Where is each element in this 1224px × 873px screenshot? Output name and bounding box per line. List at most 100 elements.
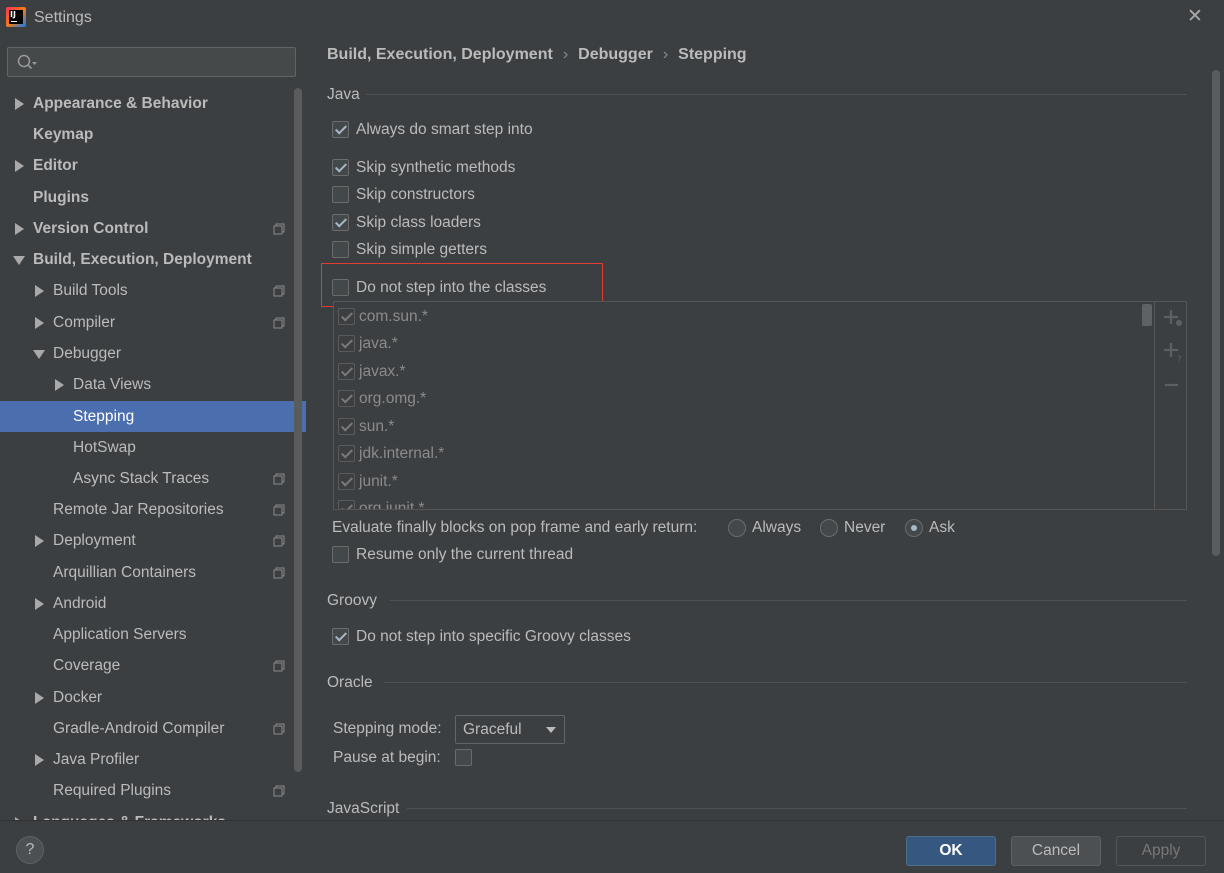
sidebar-item-arquillian-containers[interactable]: Arquillian Containers bbox=[0, 557, 306, 588]
sidebar-item-keymap[interactable]: Keymap bbox=[0, 119, 306, 150]
sidebar-item-required-plugins[interactable]: Required Plugins bbox=[0, 775, 306, 806]
close-icon[interactable]: ✕ bbox=[1185, 7, 1205, 27]
checkbox[interactable] bbox=[338, 445, 355, 462]
radio-button[interactable] bbox=[728, 519, 746, 537]
sidebar-item-data-views[interactable]: Data Views bbox=[0, 369, 306, 400]
checkbox[interactable] bbox=[338, 390, 355, 407]
sidebar-item-async-stack-traces[interactable]: Async Stack Traces bbox=[0, 463, 306, 494]
sidebar-item-compiler[interactable]: Compiler bbox=[0, 307, 306, 338]
cancel-button[interactable]: Cancel bbox=[1011, 836, 1101, 866]
sidebar-item-remote-jar-repositories[interactable]: Remote Jar Repositories bbox=[0, 494, 306, 525]
remove-icon[interactable] bbox=[1163, 374, 1185, 396]
sidebar-item-gradle-android-compiler[interactable]: Gradle-Android Compiler bbox=[0, 713, 306, 744]
checkbox-label: Resume only the current thread bbox=[356, 546, 574, 563]
checkbox[interactable] bbox=[338, 363, 355, 380]
help-button[interactable]: ? bbox=[16, 836, 44, 864]
classes-scrollbar[interactable] bbox=[1142, 304, 1152, 326]
project-settings-icon bbox=[273, 473, 285, 485]
class-filter-pattern: sun.* bbox=[359, 418, 395, 435]
breadcrumb-separator: › bbox=[562, 46, 569, 63]
separator bbox=[366, 94, 1187, 95]
sidebar-item-build-tools[interactable]: Build Tools bbox=[0, 275, 306, 306]
apply-button[interactable]: Apply bbox=[1116, 836, 1206, 866]
expand-arrow-icon bbox=[15, 98, 24, 110]
expand-arrow-icon bbox=[35, 598, 44, 610]
sidebar-item-debugger[interactable]: Debugger bbox=[0, 338, 306, 369]
sidebar-item-android[interactable]: Android bbox=[0, 588, 306, 619]
radio-label: Ask bbox=[929, 519, 955, 536]
sidebar-item-languages-frameworks[interactable]: Languages & Frameworks bbox=[0, 807, 306, 820]
sidebar-item-label: Debugger bbox=[53, 345, 122, 362]
checkbox[interactable] bbox=[338, 418, 355, 435]
search-input[interactable] bbox=[7, 47, 296, 77]
separator bbox=[390, 600, 1187, 601]
checkbox[interactable] bbox=[338, 308, 355, 325]
radio-button[interactable] bbox=[905, 519, 923, 537]
radio-label: Always bbox=[752, 519, 802, 536]
add-class-icon[interactable] bbox=[1163, 308, 1185, 330]
expand-arrow-icon bbox=[55, 379, 64, 391]
title-bar: IJ Settings ✕ bbox=[0, 0, 1224, 36]
checkbox[interactable] bbox=[338, 473, 355, 490]
class-filter-pattern: jdk.internal.* bbox=[359, 445, 445, 462]
sidebar-item-version-control[interactable]: Version Control bbox=[0, 213, 306, 244]
class-filters-table[interactable]: com.sun.* java.* javax.* org.omg.* sun.*… bbox=[333, 301, 1187, 510]
stepping-mode-select[interactable]: Graceful bbox=[455, 715, 565, 744]
search-icon bbox=[17, 54, 37, 70]
checkbox[interactable] bbox=[332, 628, 349, 645]
sidebar-item-coverage[interactable]: Coverage bbox=[0, 650, 306, 681]
sidebar-item-label: Java Profiler bbox=[53, 751, 140, 768]
sidebar-item-java-profiler[interactable]: Java Profiler bbox=[0, 744, 306, 775]
checkbox-label: Skip simple getters bbox=[356, 241, 487, 258]
project-settings-icon bbox=[273, 285, 285, 297]
sidebar-item-application-servers[interactable]: Application Servers bbox=[0, 619, 306, 650]
expand-arrow-icon bbox=[15, 160, 24, 172]
add-pattern-icon[interactable]: ? bbox=[1163, 341, 1185, 363]
expand-arrow-icon bbox=[35, 692, 44, 704]
sidebar-item-stepping[interactable]: Stepping bbox=[0, 401, 306, 432]
separator bbox=[384, 682, 1187, 683]
sidebar-item-label: Arquillian Containers bbox=[53, 564, 197, 581]
radio-label: Never bbox=[844, 519, 886, 536]
breadcrumb: Build, Execution, Deployment › Debugger › St… bbox=[327, 46, 747, 64]
sidebar-scrollbar[interactable] bbox=[294, 88, 302, 772]
sidebar-item-appearance[interactable]: Appearance & Behavior bbox=[0, 88, 306, 119]
sidebar-item-editor[interactable]: Editor bbox=[0, 150, 306, 181]
project-settings-icon bbox=[273, 504, 285, 516]
checkbox-label: Do not step into the classes bbox=[356, 279, 547, 296]
sidebar-item-label: Remote Jar Repositories bbox=[53, 501, 224, 518]
stepping-mode-label: Stepping mode: bbox=[333, 720, 442, 737]
sidebar-item-label: Coverage bbox=[53, 657, 121, 674]
class-filter-pattern: org.omg.* bbox=[359, 390, 427, 407]
sidebar-item-hotswap[interactable]: HotSwap bbox=[0, 432, 306, 463]
ok-button[interactable]: OK bbox=[906, 836, 996, 866]
breadcrumb-item: Stepping bbox=[678, 46, 747, 63]
sidebar-item-build-execution-deployment[interactable]: Build, Execution, Deployment bbox=[0, 244, 306, 275]
sidebar-item-label: Stepping bbox=[73, 408, 135, 425]
class-filters-list[interactable]: com.sun.* java.* javax.* org.omg.* sun.*… bbox=[334, 302, 1154, 509]
checkbox[interactable] bbox=[332, 186, 349, 203]
checkbox[interactable] bbox=[338, 500, 355, 509]
checkbox[interactable] bbox=[332, 546, 349, 563]
class-filter-pattern: java.* bbox=[359, 335, 398, 352]
checkbox[interactable] bbox=[332, 159, 349, 176]
checkbox[interactable] bbox=[455, 749, 472, 766]
checkbox[interactable] bbox=[332, 214, 349, 231]
project-settings-icon bbox=[273, 317, 285, 329]
pause-at-begin-label: Pause at begin: bbox=[333, 749, 441, 766]
sidebar-item-label: Deployment bbox=[53, 532, 136, 549]
radio-button[interactable] bbox=[820, 519, 838, 537]
checkbox[interactable] bbox=[332, 279, 349, 296]
class-filter-pattern: junit.* bbox=[359, 473, 398, 490]
project-settings-icon bbox=[273, 785, 285, 797]
checkbox[interactable] bbox=[332, 241, 349, 258]
sidebar-item-deployment[interactable]: Deployment bbox=[0, 525, 306, 556]
sidebar-item-label: Gradle-Android Compiler bbox=[53, 720, 225, 737]
content-scrollbar[interactable] bbox=[1212, 70, 1220, 556]
checkbox[interactable] bbox=[338, 335, 355, 352]
window-title: Settings bbox=[34, 9, 92, 26]
settings-sidebar: Appearance & Behavior Keymap Editor Plug… bbox=[0, 36, 306, 820]
checkbox[interactable] bbox=[332, 121, 349, 138]
sidebar-item-docker[interactable]: Docker bbox=[0, 682, 306, 713]
sidebar-item-plugins[interactable]: Plugins bbox=[0, 182, 306, 213]
